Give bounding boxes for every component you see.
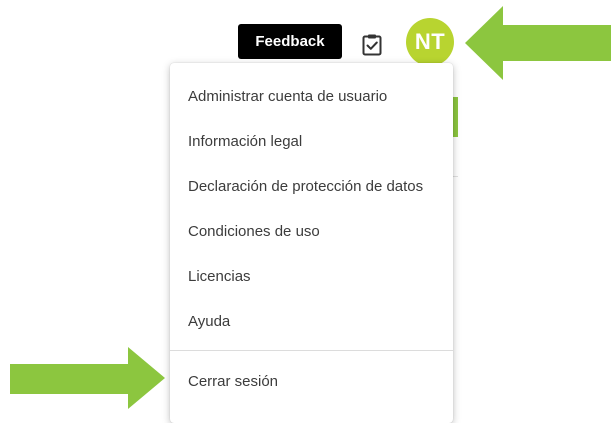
user-avatar[interactable]: NT — [406, 18, 454, 66]
menu-item-terms-of-use[interactable]: Condiciones de uso — [170, 209, 453, 253]
clipboard-check-icon[interactable] — [360, 33, 384, 57]
menu-item-manage-account[interactable]: Administrar cuenta de usuario — [170, 74, 453, 118]
menu-item-label: Información legal — [188, 132, 303, 150]
user-menu: Administrar cuenta de usuario Informació… — [170, 63, 453, 423]
menu-item-privacy-statement[interactable]: Declaración de protección de datos — [170, 164, 453, 208]
menu-item-help[interactable]: Ayuda — [170, 299, 453, 343]
menu-item-label: Declaración de protección de datos — [188, 177, 424, 195]
menu-item-label: Ayuda — [188, 312, 231, 330]
feedback-button[interactable]: Feedback — [238, 24, 342, 59]
menu-item-label: Condiciones de uso — [188, 222, 320, 240]
menu-item-label: Cerrar sesión — [188, 372, 279, 390]
avatar-initials: NT — [414, 29, 446, 54]
menu-item-licenses[interactable]: Licencias — [170, 254, 453, 298]
annotation-arrow-icon — [10, 347, 165, 409]
menu-divider — [170, 350, 453, 351]
menu-item-label: Administrar cuenta de usuario — [188, 87, 388, 105]
annotation-arrow-icon — [465, 6, 611, 80]
menu-item-label: Licencias — [188, 267, 251, 285]
menu-item-logout[interactable]: Cerrar sesión — [170, 359, 453, 403]
menu-item-legal-info[interactable]: Información legal — [170, 119, 453, 163]
